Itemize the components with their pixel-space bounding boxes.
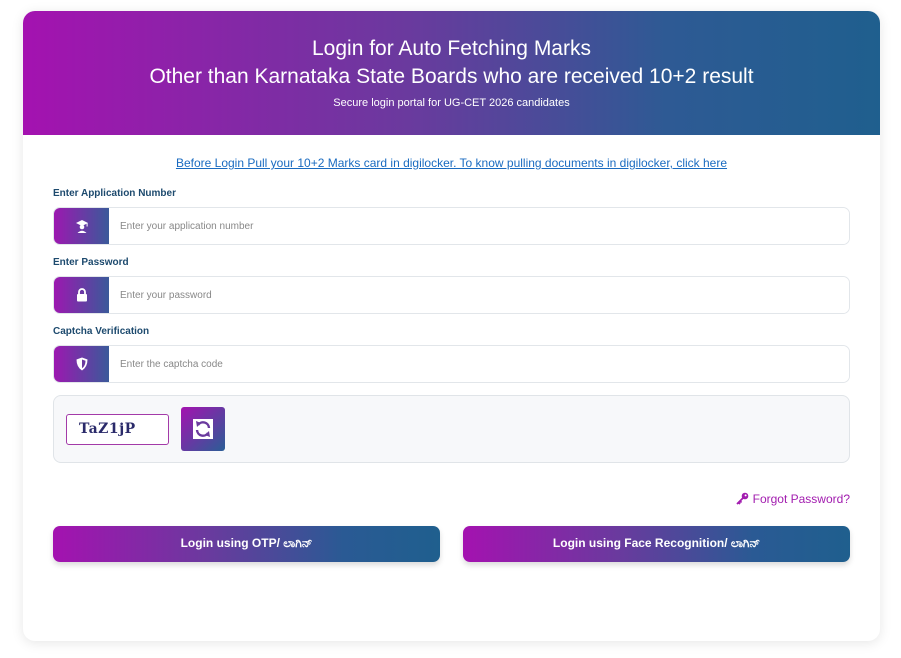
captcha-input[interactable]	[109, 346, 849, 382]
forgot-password-label: Forgot Password?	[752, 491, 850, 506]
login-header: Login for Auto Fetching Marks Other than…	[23, 11, 880, 135]
captcha-group	[53, 345, 850, 383]
login-card: Login for Auto Fetching Marks Other than…	[23, 11, 880, 641]
login-otp-button[interactable]: Login using OTP/ ಲಾಗಿನ್	[53, 525, 440, 562]
forgot-password-link[interactable]: Forgot Password?	[53, 491, 850, 506]
page-title: Login for Auto Fetching Marks	[312, 37, 591, 60]
password-group	[53, 276, 850, 314]
page-title-secondary: Other than Karnataka State Boards who ar…	[149, 65, 754, 88]
refresh-icon	[193, 419, 213, 439]
graduate-icon	[54, 208, 109, 244]
application-number-group	[53, 207, 850, 245]
login-buttons: Login using OTP/ ಲಾಗಿನ್ Login using Face…	[53, 525, 850, 562]
application-number-input[interactable]	[109, 208, 849, 244]
page-subtitle: Secure login portal for UG-CET 2026 cand…	[333, 97, 570, 109]
application-number-label: Enter Application Number	[53, 188, 176, 199]
shield-icon	[54, 346, 109, 382]
lock-icon	[54, 277, 109, 313]
login-form: Before Login Pull your 10+2 Marks card i…	[23, 156, 880, 562]
login-face-button[interactable]: Login using Face Recognition/ ಲಾಗಿನ್	[463, 525, 850, 562]
password-label: Enter Password	[53, 257, 129, 268]
captcha-panel: TaZ1jP	[53, 395, 850, 463]
captcha-label: Captcha Verification	[53, 326, 150, 337]
password-input[interactable]	[109, 277, 849, 313]
digilocker-help-link[interactable]: Before Login Pull your 10+2 Marks card i…	[53, 156, 850, 170]
captcha-code: TaZ1jP	[66, 413, 169, 445]
key-icon	[736, 493, 749, 505]
captcha-refresh-button[interactable]	[181, 407, 225, 451]
